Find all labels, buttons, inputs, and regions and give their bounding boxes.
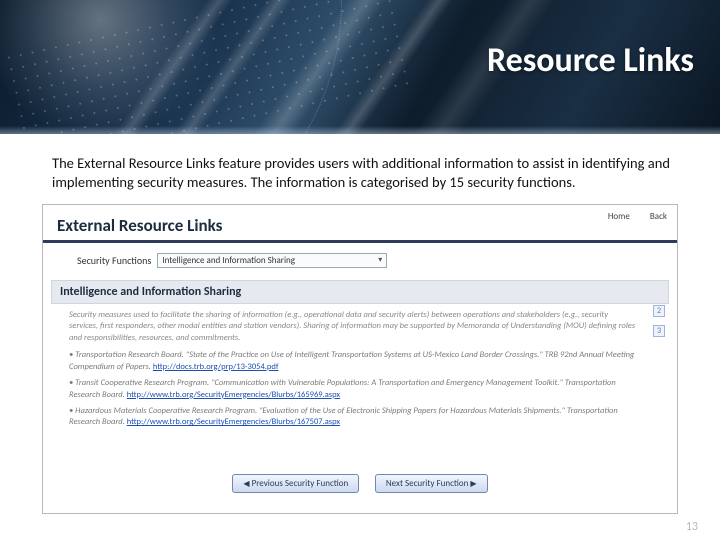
security-function-dropdown[interactable]: Intelligence and Information Sharing ▾ [157,253,387,268]
resource-item: • Transit Cooperative Research Program. … [69,378,639,401]
chevron-left-icon: ◀ [243,479,249,489]
top-nav: Home Back [590,211,667,222]
external-links-panel: Home Back External Resource Links Securi… [42,204,678,514]
header-banner: Resource Links [0,0,720,134]
filter-row: Security Functions Intelligence and Info… [43,243,677,272]
prev-label: Previous Security Function [252,478,349,489]
home-link[interactable]: Home [608,211,630,222]
next-security-function-button[interactable]: Next Security Function ▶ [375,474,488,493]
intro-text: The External Resource Links feature prov… [0,134,720,202]
content-area: Security measures used to facilitate the… [43,304,677,429]
banner-ray [173,0,293,134]
slide-title: Resource Links [487,40,694,81]
banner-ray [113,0,233,134]
page-number: 13 [686,520,698,534]
resource-item: • Hazardous Materials Cooperative Resear… [69,406,639,429]
panel-heading: External Resource Links [43,205,677,243]
filter-label: Security Functions [77,254,151,267]
banner-glow [0,126,720,134]
resource-item: • Transportation Research Board. "State … [69,350,639,373]
section-subheading: Intelligence and Information Sharing [51,280,669,304]
dropdown-value: Intelligence and Information Sharing [162,255,295,266]
nav-buttons: ◀ Previous Security Function Next Securi… [43,472,677,493]
prev-security-function-button[interactable]: ◀ Previous Security Function [232,474,359,493]
chevron-right-icon: ▶ [470,479,476,489]
resource-link[interactable]: http://docs.trb.org/prp/13-3054.pdf [153,362,279,372]
page-indicator-bottom[interactable]: 3 [653,325,665,337]
next-label: Next Security Function [386,478,469,489]
chevron-down-icon: ▾ [378,255,382,265]
resource-link[interactable]: http://www.trb.org/SecurityEmergencies/B… [127,390,340,400]
back-link[interactable]: Back [650,211,667,222]
section-description: Security measures used to facilitate the… [69,310,639,344]
page-indicator-top[interactable]: 2 [653,305,665,317]
resource-link[interactable]: http://www.trb.org/SecurityEmergencies/B… [127,417,340,427]
